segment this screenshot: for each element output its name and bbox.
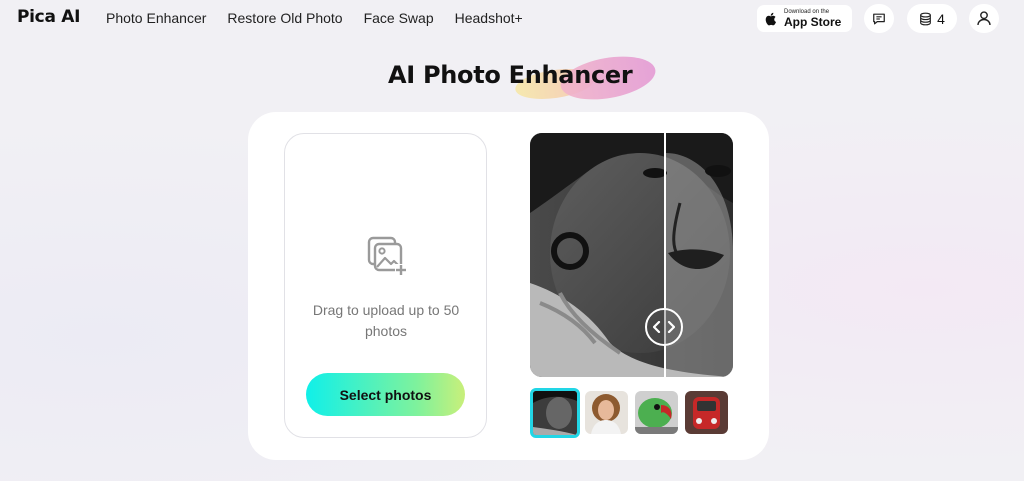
compare-arrows-icon bbox=[653, 321, 675, 333]
feedback-button[interactable] bbox=[864, 4, 894, 33]
coins-icon bbox=[920, 12, 931, 25]
thumbnail-image bbox=[533, 391, 577, 435]
thumbnail-woman-curly-hair[interactable] bbox=[585, 391, 628, 434]
top-nav: Pica AI Photo Enhancer Restore Old Photo… bbox=[0, 0, 1024, 38]
nav-restore-old-photo[interactable]: Restore Old Photo bbox=[227, 10, 342, 26]
thumbnail-image bbox=[635, 391, 678, 434]
portrait-image bbox=[530, 133, 733, 377]
nav-headshot[interactable]: Headshot+ bbox=[455, 10, 523, 26]
select-photos-button[interactable]: Select photos bbox=[306, 373, 465, 416]
credits-button[interactable]: 4 bbox=[907, 4, 957, 33]
apple-icon bbox=[765, 12, 776, 25]
message-icon bbox=[873, 13, 885, 24]
main-nav: Photo Enhancer Restore Old Photo Face Sw… bbox=[106, 10, 544, 26]
nav-photo-enhancer[interactable]: Photo Enhancer bbox=[106, 10, 206, 26]
nav-face-swap[interactable]: Face Swap bbox=[364, 10, 434, 26]
page-title: AI Photo Enhancer bbox=[388, 61, 633, 89]
thumbnail-image bbox=[585, 391, 628, 434]
upload-instructions: Drag to upload up to 50 photos bbox=[312, 302, 460, 339]
image-upload-icon bbox=[367, 236, 407, 276]
logo[interactable]: Pica AI bbox=[17, 7, 80, 27]
thumbnail-green-parrot[interactable] bbox=[635, 391, 678, 434]
credits-count: 4 bbox=[937, 10, 945, 27]
app-store-button[interactable]: Download on the App Store bbox=[757, 5, 852, 32]
thumbnail-portrait-bw[interactable] bbox=[530, 388, 580, 438]
thumbnail-red-car[interactable] bbox=[685, 391, 728, 434]
account-button[interactable] bbox=[969, 4, 999, 33]
compare-slider-handle[interactable] bbox=[645, 308, 683, 346]
thumbnail-image bbox=[685, 391, 728, 434]
before-after-preview[interactable] bbox=[530, 133, 733, 377]
app-store-big-text: App Store bbox=[784, 15, 842, 29]
user-icon bbox=[977, 11, 991, 26]
